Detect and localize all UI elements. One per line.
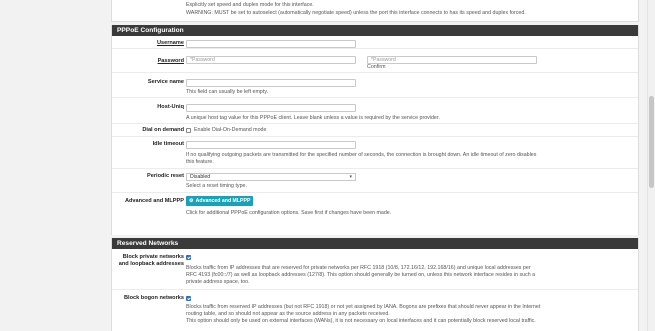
advanced-mlppp-button[interactable]: ⚙ Advanced and MLPPP: [186, 196, 254, 206]
block-private-label-2: and loopback addresses: [118, 261, 184, 267]
service-name-input[interactable]: [186, 79, 356, 87]
idle-timeout-help-2: this feature.: [186, 159, 214, 165]
host-uniq-help: A unique host tag value for this PPPoE c…: [186, 115, 440, 121]
password-label: Password: [157, 58, 184, 64]
block-bogon-label: Block bogon networks: [124, 295, 184, 301]
dial-on-demand-label: Dial on demand: [142, 127, 184, 133]
block-private-help-2: RFC 4193 (fc00::/7) as well as loopback …: [186, 272, 536, 278]
dial-on-demand-text: Enable Dial-On-Demand mode: [194, 127, 267, 133]
reserved-heading: Reserved Networks: [112, 238, 638, 249]
periodic-reset-select[interactable]: Disabled ▾: [186, 173, 356, 181]
block-bogon-help-1: Blocks traffic from reserved IP addresse…: [186, 304, 541, 310]
periodic-reset-selected: Disabled: [190, 174, 211, 180]
speed-duplex-help: Explicitly set speed and duplex mode for…: [186, 2, 314, 8]
block-bogon-help-2: routing table, and so should not appear …: [186, 311, 390, 317]
username-input[interactable]: [186, 40, 356, 48]
speed-duplex-panel-tail: Explicitly set speed and duplex mode for…: [111, 0, 639, 22]
username-row: Username: [112, 36, 638, 49]
service-name-row: Service name This field can usually be l…: [112, 73, 638, 98]
speed-duplex-warning: WARNING: MUST be set to autoselect (auto…: [186, 10, 526, 16]
advanced-mlppp-button-label: Advanced and MLPPP: [195, 198, 251, 204]
scrollbar-thumb[interactable]: [649, 96, 654, 188]
service-name-help: This field can usually be left empty.: [186, 89, 269, 95]
idle-timeout-help-1: If no qualifying outgoing packets are tr…: [186, 152, 537, 158]
advanced-mlppp-label: Advanced and MLPPP: [124, 198, 184, 204]
password-input[interactable]: *Password: [186, 56, 356, 64]
block-bogon-help-3: This option should only be used on exter…: [186, 318, 536, 324]
password-confirm-input[interactable]: *Password: [367, 56, 537, 64]
idle-timeout-input[interactable]: [186, 141, 356, 149]
idle-timeout-label: Idle timeout: [152, 141, 184, 147]
advanced-mlppp-row: Advanced and MLPPP ⚙ Advanced and MLPPP C…: [112, 193, 638, 225]
block-private-checkbox[interactable]: [186, 255, 191, 260]
dial-on-demand-checkbox[interactable]: [186, 128, 191, 133]
pppoe-configuration-panel: PPPoE Configuration Username Password *P…: [111, 25, 639, 235]
reserved-networks-panel: Reserved Networks Block private networks…: [111, 238, 639, 331]
host-uniq-row: Host-Uniq A unique host tag value for th…: [112, 98, 638, 124]
advanced-mlppp-help: Click for additional PPPoE configuration…: [186, 210, 392, 216]
block-bogon-checkbox[interactable]: [186, 296, 191, 301]
chevron-down-icon: ▾: [349, 174, 352, 180]
block-private-row: Block private networks and loopback addr…: [112, 249, 638, 290]
pppoe-heading: PPPoE Configuration: [112, 25, 638, 36]
page-scrollbar[interactable]: [647, 0, 655, 331]
block-private-help-3: private address space, too.: [186, 279, 250, 285]
periodic-reset-row: Periodic reset Disabled ▾ Select a reset…: [112, 169, 638, 193]
block-private-help-1: Blocks traffic from IP addresses that ar…: [186, 265, 531, 271]
dial-on-demand-row: Dial on demand Enable Dial-On-Demand mod…: [112, 124, 638, 137]
block-private-label-1: Block private networks: [122, 254, 184, 260]
host-uniq-input[interactable]: [186, 104, 356, 112]
block-bogon-row: Block bogon networks Blocks traffic from…: [112, 290, 638, 331]
confirm-label: Confirm: [367, 64, 386, 70]
gear-icon: ⚙: [189, 198, 194, 204]
username-label: Username: [156, 40, 184, 46]
service-name-label: Service name: [147, 79, 184, 85]
periodic-reset-help: Select a reset timing type.: [186, 183, 247, 189]
idle-timeout-row: Idle timeout If no qualifying outgoing p…: [112, 137, 638, 169]
password-row: Password *Password *Password Confirm: [112, 49, 638, 73]
host-uniq-label: Host-Uniq: [157, 104, 184, 110]
periodic-reset-label: Periodic reset: [147, 173, 184, 179]
